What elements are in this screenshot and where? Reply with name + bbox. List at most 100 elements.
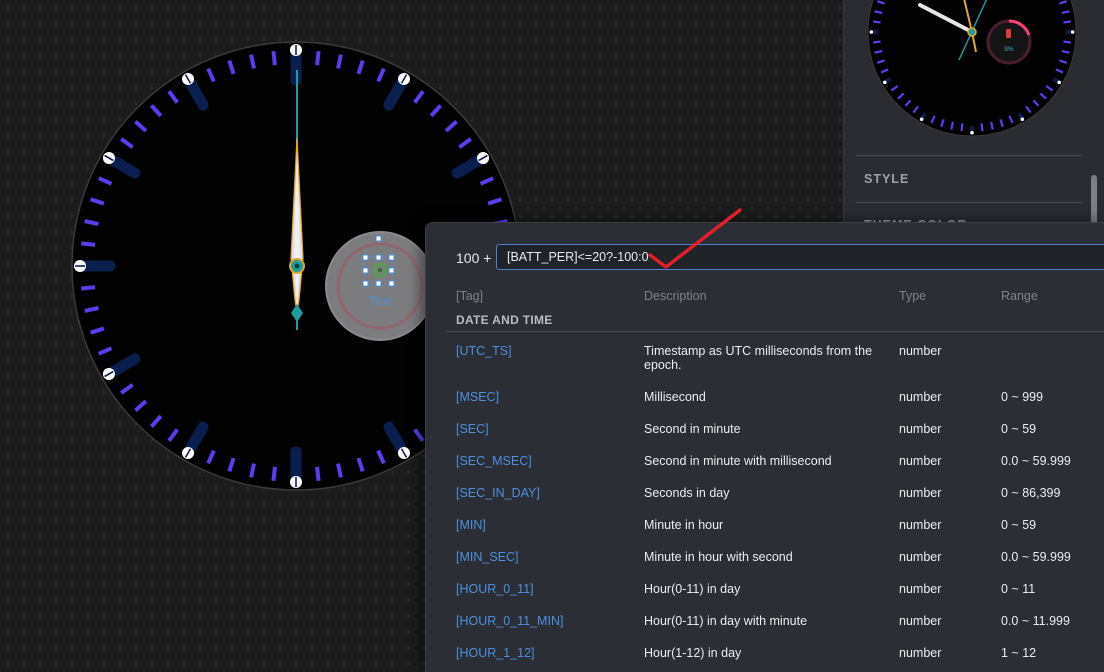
description-cell: Millisecond bbox=[644, 390, 706, 404]
panel-divider bbox=[856, 155, 1082, 156]
range-cell: 1 ~ 12 bbox=[1001, 646, 1037, 660]
hands-pivot-center bbox=[294, 263, 300, 269]
hour-dot bbox=[919, 117, 924, 121]
minute-tick bbox=[336, 54, 343, 69]
range-cell: 0.0 ~ 59.999 bbox=[1001, 550, 1071, 564]
tag-cell[interactable]: [MIN] bbox=[456, 518, 486, 532]
description-cell: Second in minute bbox=[644, 422, 741, 436]
tag-cell[interactable]: [MIN_SEC] bbox=[456, 550, 519, 564]
description-cell: Timestamp as UTC milliseconds from the e… bbox=[644, 344, 873, 372]
range-cell: 0 ~ 59 bbox=[1001, 422, 1037, 436]
minute-tick bbox=[80, 285, 96, 291]
minute-tick bbox=[249, 463, 256, 478]
table-row[interactable]: [UTC_TS] Timestamp as UTC milliseconds f… bbox=[426, 344, 1104, 376]
range-cell: 0 ~ 11 bbox=[1001, 582, 1036, 596]
hour-dot bbox=[970, 130, 974, 135]
tag-cell[interactable]: [SEC_IN_DAY] bbox=[456, 486, 540, 500]
expression-input[interactable] bbox=[496, 244, 1104, 270]
range-cell: 0.0 ~ 11.999 bbox=[1001, 614, 1070, 628]
minute-tick bbox=[872, 40, 881, 44]
tag-cell[interactable]: [MSEC] bbox=[456, 390, 499, 404]
minute-tick bbox=[271, 50, 277, 66]
description-cell: Hour(0-11) in day with minute bbox=[644, 614, 808, 628]
minute-tick bbox=[980, 123, 984, 132]
minute-tick bbox=[960, 123, 964, 132]
tag-cell[interactable]: [SEC_MSEC] bbox=[456, 454, 532, 468]
table-row[interactable]: [SEC_IN_DAY] Seconds in day number 0 ~ 8… bbox=[426, 486, 1104, 518]
minute-tick bbox=[872, 20, 881, 24]
table-row[interactable]: [MIN_SEC] Minute in hour with second num… bbox=[426, 550, 1104, 582]
minute-tick bbox=[874, 10, 883, 14]
expression-editor-popup: 100 + [Tag] Description Type Range DATE … bbox=[425, 222, 1104, 672]
range-cell: 0.0 ~ 59.999 bbox=[1001, 454, 1071, 468]
column-header-tag: [Tag] bbox=[456, 289, 484, 303]
minute-tick bbox=[80, 241, 96, 247]
hour-dot bbox=[869, 30, 874, 34]
section-divider bbox=[446, 331, 1104, 332]
tag-cell[interactable]: [SEC] bbox=[456, 422, 489, 436]
table-row[interactable]: [HOUR_0_11_MIN] Hour(0-11) in day with m… bbox=[426, 614, 1104, 646]
hour-dot bbox=[1070, 30, 1075, 34]
minute-tick bbox=[84, 306, 99, 313]
type-cell: number bbox=[899, 486, 942, 500]
description-cell: Hour(0-11) in day bbox=[644, 582, 741, 596]
minute-tick bbox=[874, 50, 883, 54]
range-cell: 0 ~ 86,399 bbox=[1001, 486, 1061, 500]
preview-pivot bbox=[967, 27, 977, 37]
table-row[interactable]: [HOUR_1_12] Hour(1-12) in day number 1 ~… bbox=[426, 646, 1104, 672]
hour-dot bbox=[1020, 117, 1025, 121]
battery-icon bbox=[1006, 29, 1011, 38]
table-row[interactable]: [SEC_MSEC] Second in minute with millise… bbox=[426, 454, 1104, 486]
hour-dot bbox=[883, 80, 887, 85]
type-cell: number bbox=[899, 518, 942, 532]
tag-cell[interactable]: [HOUR_1_12] bbox=[456, 646, 535, 660]
type-cell: number bbox=[899, 344, 942, 358]
column-header-range: Range bbox=[1001, 289, 1038, 303]
annotation-checkmark-icon bbox=[648, 208, 742, 269]
description-cell: Second in minute with millisecond bbox=[644, 454, 832, 468]
type-cell: number bbox=[899, 390, 942, 404]
tag-cell[interactable]: [HOUR_0_11_MIN] bbox=[456, 614, 563, 628]
column-header-description: Description bbox=[644, 289, 707, 303]
type-cell: number bbox=[899, 550, 942, 564]
expression-prefix: 100 + bbox=[456, 250, 492, 266]
description-cell: Hour(1-12) in day bbox=[644, 646, 742, 660]
table-row[interactable]: [SEC] Second in minute number 0 ~ 59 bbox=[426, 422, 1104, 454]
range-cell: 0 ~ 59 bbox=[1001, 518, 1037, 532]
table-row[interactable]: [MSEC] Millisecond number 0 ~ 999 bbox=[426, 390, 1104, 422]
tag-cell[interactable]: [UTC_TS] bbox=[456, 344, 512, 358]
watch-preview[interactable]: 9% bbox=[864, 0, 1084, 150]
complication-text-placeholder: Text bbox=[368, 293, 392, 308]
panel-divider bbox=[856, 202, 1082, 203]
description-cell: Minute in hour bbox=[644, 518, 724, 532]
table-row[interactable]: [MIN] Minute in hour number 0 ~ 59 bbox=[426, 518, 1104, 550]
battery-complication[interactable]: Text bbox=[325, 231, 435, 341]
section-title-date-time: DATE AND TIME bbox=[456, 313, 553, 327]
minute-tick bbox=[84, 219, 99, 226]
preview-battery-text: 9% bbox=[1004, 46, 1014, 53]
type-cell: number bbox=[899, 614, 942, 628]
hour-dot bbox=[1057, 80, 1061, 85]
minute-tick bbox=[950, 121, 954, 130]
minute-tick bbox=[336, 463, 343, 478]
type-cell: number bbox=[899, 646, 942, 660]
minute-tick bbox=[990, 121, 994, 130]
minute-tick bbox=[315, 50, 321, 66]
type-cell: number bbox=[899, 582, 942, 596]
description-cell: Seconds in day bbox=[644, 486, 730, 500]
preview-dial bbox=[867, 0, 1077, 137]
range-cell: 0 ~ 999 bbox=[1001, 390, 1044, 404]
column-header-type: Type bbox=[899, 289, 927, 303]
selection-center-dot bbox=[378, 268, 382, 272]
minute-tick bbox=[249, 54, 256, 69]
type-cell: number bbox=[899, 454, 942, 468]
tag-cell[interactable]: [HOUR_0_11] bbox=[456, 582, 534, 596]
minute-tick bbox=[1061, 10, 1070, 14]
minute-tick bbox=[271, 466, 277, 482]
minute-tick bbox=[1061, 50, 1070, 54]
minute-tick bbox=[1063, 20, 1072, 24]
type-cell: number bbox=[899, 422, 942, 436]
minute-tick bbox=[1063, 40, 1072, 44]
style-section-label[interactable]: STYLE bbox=[864, 172, 909, 186]
table-row[interactable]: [HOUR_0_11] Hour(0-11) in day number 0 ~… bbox=[426, 582, 1104, 614]
